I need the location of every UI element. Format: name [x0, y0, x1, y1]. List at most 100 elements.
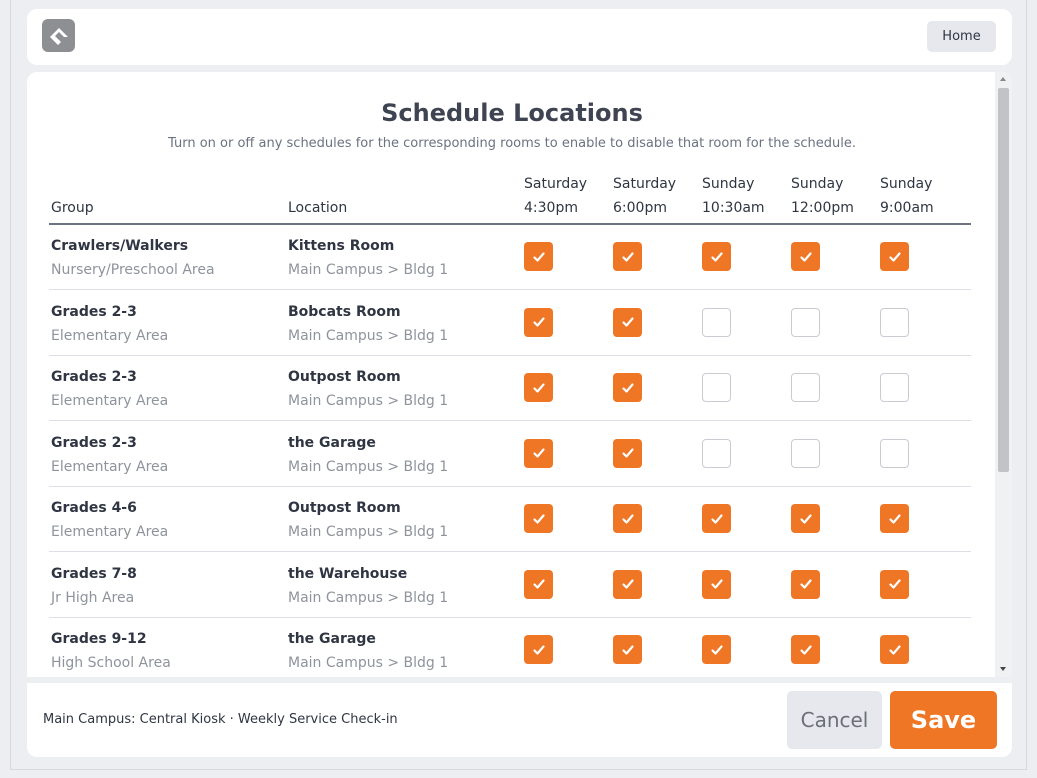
location-path: Main Campus > Bldg 1: [288, 262, 449, 278]
group-area: Nursery/Preschool Area: [51, 262, 215, 278]
schedule-checkbox[interactable]: [613, 242, 642, 271]
schedule-checkbox[interactable]: [791, 569, 820, 599]
schedule-checkbox[interactable]: [524, 569, 553, 599]
rock-logo-icon[interactable]: [42, 19, 75, 52]
schedule-checkbox[interactable]: [880, 242, 909, 271]
table-row: Grades 2-3 Elementary Area Outpost Room Mai…: [49, 356, 971, 421]
location-name: Kittens Room: [288, 238, 395, 254]
location-name: the Warehouse: [288, 565, 408, 582]
schedule-checkbox[interactable]: [613, 635, 642, 664]
schedule-checkbox[interactable]: [613, 373, 642, 402]
schedule-checkbox[interactable]: [524, 307, 553, 337]
group-name: Grades 2-3: [51, 434, 137, 451]
location-path: Main Campus > Bldg 1: [288, 524, 449, 540]
cancel-button[interactable]: Cancel: [787, 691, 882, 749]
top-bar: Home: [27, 9, 1012, 65]
schedule-checkbox[interactable]: [702, 569, 731, 599]
schedule-checkbox[interactable]: [880, 373, 909, 402]
checkmark-icon: [532, 579, 545, 589]
location-name: Outpost Room: [288, 500, 401, 516]
group-area: Jr High Area: [51, 589, 135, 606]
schedule-checkbox[interactable]: [880, 438, 909, 468]
table-row: Grades 7-8 Jr High Area the Warehouse Main …: [49, 553, 971, 618]
schedule-header-1: Saturday 4:30pm: [524, 172, 587, 220]
schedule-panel: Schedule Locations Turn on or off any sc…: [27, 72, 1012, 677]
checkmark-icon: [621, 251, 634, 262]
schedule-checkbox[interactable]: [880, 569, 909, 599]
location-name: Outpost Room: [288, 369, 401, 385]
group-name: Grades 7-8: [51, 565, 137, 582]
schedule-checkbox[interactable]: [613, 504, 642, 533]
page-title: Schedule Locations: [381, 99, 643, 127]
checkmark-icon: [532, 513, 545, 524]
checkmark-icon: [621, 317, 634, 327]
checkmark-icon: [799, 579, 812, 589]
schedule-checkbox[interactable]: [524, 373, 553, 402]
table-row: Crawlers/Walkers Nursery/Preschool Area Ki…: [49, 225, 971, 290]
save-button[interactable]: Save: [890, 691, 997, 749]
group-area: Elementary Area: [51, 458, 169, 475]
group-name: Grades 2-3: [51, 303, 137, 320]
schedule-checkbox[interactable]: [791, 438, 820, 468]
schedule-checkbox[interactable]: [702, 504, 731, 533]
schedule-time: 4:30pm: [524, 200, 578, 216]
schedule-checkbox[interactable]: [791, 242, 820, 271]
checkmark-icon: [621, 644, 634, 655]
footer-bar: Main Campus: Central Kiosk · Weekly Serv…: [27, 683, 1012, 757]
schedule-checkbox[interactable]: [702, 242, 731, 271]
table-row: Grades 2-3 Elementary Area the Garage Main …: [49, 422, 971, 487]
schedule-header-2: Saturday 6:00pm: [613, 172, 676, 220]
schedule-checkbox[interactable]: [524, 635, 553, 664]
checkmark-icon: [888, 251, 901, 262]
schedule-checkbox[interactable]: [613, 307, 642, 337]
vertical-scrollbar[interactable]: [995, 72, 1012, 677]
table-row: Grades 9-12 High School Area the Garage Mai…: [49, 618, 971, 677]
schedule-checkbox[interactable]: [524, 504, 553, 533]
table-row: Grades 4-6 Elementary Area Outpost Room Mai…: [49, 487, 971, 552]
schedule-checkbox[interactable]: [791, 635, 820, 664]
scroll-up-icon[interactable]: [1000, 77, 1006, 81]
table-row: Grades 2-3 Elementary Area Bobcats Room Mai…: [49, 291, 971, 356]
schedule-checkbox[interactable]: [702, 438, 731, 468]
schedule-time: 6:00pm: [613, 200, 667, 216]
column-header-group: Group: [51, 200, 94, 216]
scrollbar-thumb[interactable]: [998, 88, 1009, 472]
checkmark-icon: [621, 579, 634, 589]
schedule-checkbox[interactable]: [613, 569, 642, 599]
schedule-checkbox[interactable]: [702, 635, 731, 664]
location-path: Main Campus > Bldg 1: [288, 458, 449, 475]
checkmark-icon: [710, 513, 723, 524]
schedule-checkbox[interactable]: [791, 307, 820, 337]
location-path: Main Campus > Bldg 1: [288, 589, 449, 606]
schedule-checkbox[interactable]: [880, 635, 909, 664]
schedule-checkbox[interactable]: [791, 504, 820, 533]
group-name: Grades 2-3: [51, 369, 137, 385]
home-button[interactable]: Home: [927, 21, 996, 52]
schedule-checkbox[interactable]: [702, 373, 731, 402]
schedule-checkbox[interactable]: [791, 373, 820, 402]
checkmark-icon: [532, 382, 545, 393]
checkmark-icon: [621, 513, 634, 524]
schedule-checkbox[interactable]: [880, 504, 909, 533]
schedule-header-4: Sunday 12:00pm: [791, 172, 854, 220]
checkmark-icon: [710, 251, 723, 262]
schedule-time: 9:00am: [880, 200, 934, 216]
schedule-checkbox[interactable]: [702, 307, 731, 337]
schedule-header-5: Sunday 9:00am: [880, 172, 934, 220]
schedule-checkbox[interactable]: [613, 438, 642, 468]
location-path: Main Campus > Bldg 1: [288, 655, 449, 671]
checkmark-icon: [799, 644, 812, 655]
scroll-down-icon[interactable]: [1000, 667, 1006, 671]
schedule-time: 12:00pm: [791, 200, 854, 216]
schedule-checkbox[interactable]: [524, 438, 553, 468]
schedule-checkbox[interactable]: [880, 307, 909, 337]
checkmark-icon: [532, 317, 545, 327]
group-area: Elementary Area: [51, 524, 169, 540]
checkmark-icon: [888, 513, 901, 524]
group-area: Elementary Area: [51, 393, 169, 409]
checkmark-icon: [621, 448, 634, 458]
checkmark-icon: [799, 251, 812, 262]
checkmark-icon: [532, 448, 545, 458]
checkmark-icon: [532, 644, 545, 655]
schedule-checkbox[interactable]: [524, 242, 553, 271]
